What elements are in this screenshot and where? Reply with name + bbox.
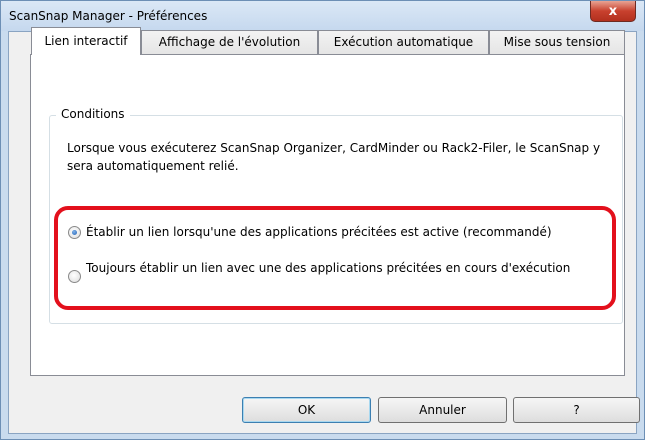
tab-affichage-evolution[interactable]: Affichage de l'évolution [141,30,318,54]
radio-option-always-link[interactable]: Toujours établir un lien avec une des ap… [68,260,588,283]
conditions-group-label: Conditions [56,107,130,121]
tab-execution-automatique[interactable]: Exécution automatique [318,30,489,54]
highlight-annotation [54,206,616,310]
window-title: ScanSnap Manager - Préférences [9,9,208,23]
tab-lien-interactif[interactable]: Lien interactif [31,27,141,55]
radio-option-always-label: Toujours établir un lien avec une des ap… [86,261,571,275]
cancel-button[interactable]: Annuler [378,397,507,423]
close-button[interactable]: x [590,1,636,22]
radio-option-active-link[interactable]: Établir un lien lorsqu'une des applicati… [68,224,608,240]
ok-button[interactable]: OK [242,397,371,423]
close-icon: x [608,3,618,19]
radio-option-active-label: Établir un lien lorsqu'une des applicati… [86,225,552,239]
conditions-description: Lorsque vous exécuterez ScanSnap Organiz… [67,141,601,173]
tab-mise-sous-tension[interactable]: Mise sous tension [489,30,625,54]
radio-button-unchecked[interactable] [68,270,81,283]
radio-button-checked[interactable] [68,226,81,239]
help-button[interactable]: ? [513,397,640,423]
